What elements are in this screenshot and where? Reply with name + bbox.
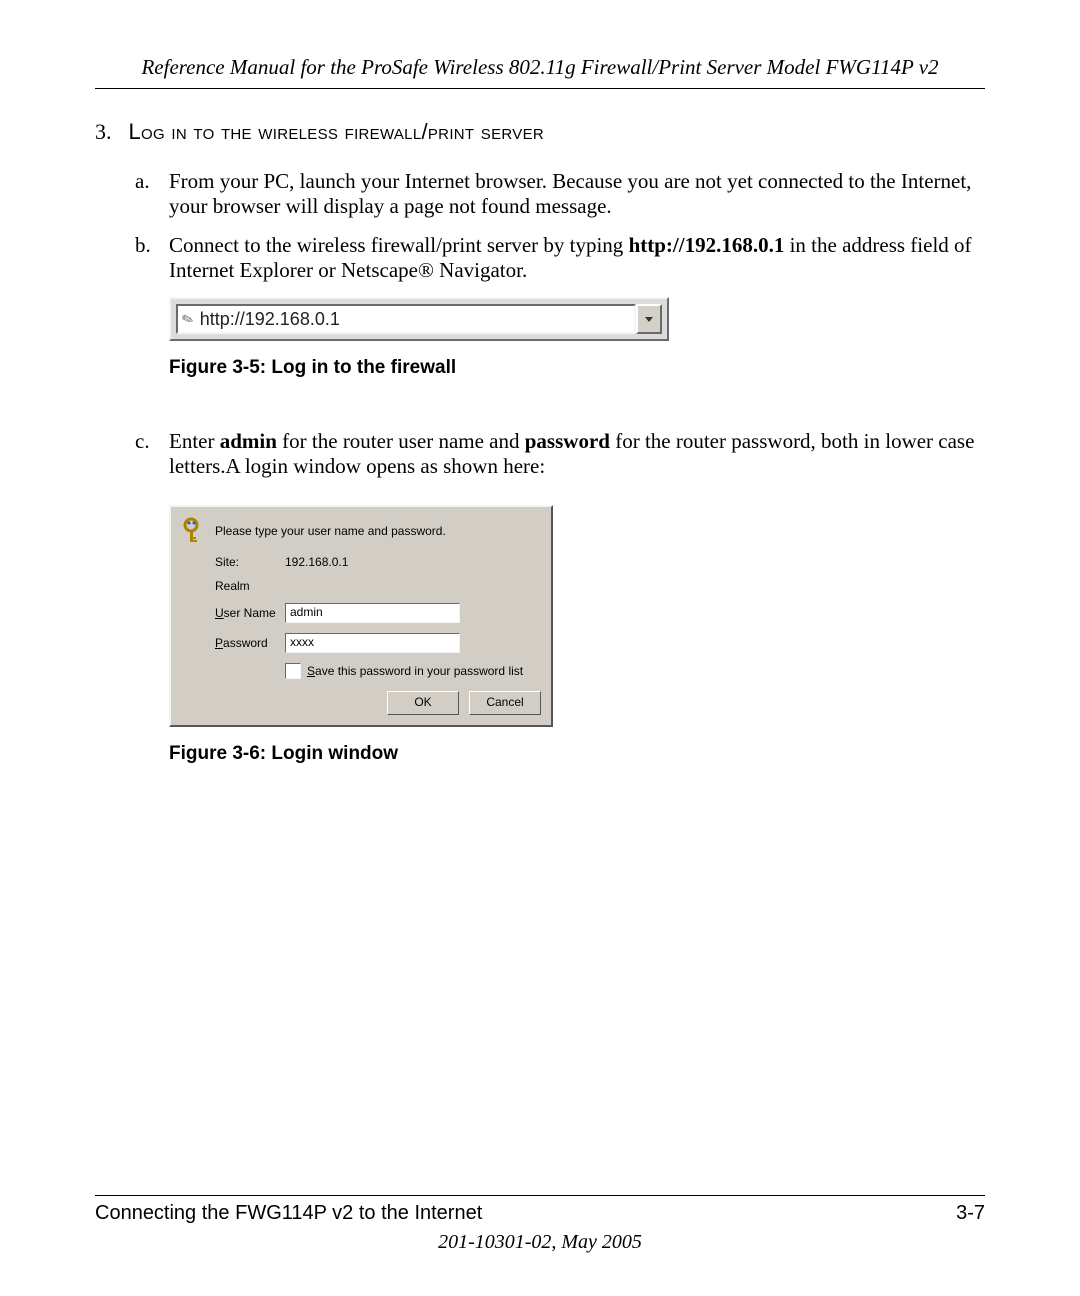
header-rule xyxy=(95,88,985,89)
password-input[interactable]: xxxx xyxy=(285,633,460,653)
footer-docnum: 201-10301-02, May 2005 xyxy=(95,1231,985,1254)
address-dropdown-button[interactable] xyxy=(636,304,662,334)
sub-item-letter: c. xyxy=(135,429,169,454)
save-password-label: Save this password in your password list xyxy=(307,664,523,678)
sub-item-letter: a. xyxy=(135,169,169,194)
username-input[interactable]: admin xyxy=(285,603,460,623)
text-fragment: for the router user name and xyxy=(277,429,525,453)
step-heading: 3. Log in to the wireless firewall/print… xyxy=(95,119,985,145)
footer-chapter: Connecting the FWG114P v2 to the Interne… xyxy=(95,1202,482,1225)
sub-item-letter: b. xyxy=(135,233,169,258)
page-number: 3-7 xyxy=(956,1202,985,1225)
step-number: 3. xyxy=(95,119,123,145)
address-bar-chrome: ✎ http://192.168.0.1 xyxy=(169,297,669,341)
sub-item-b: b. Connect to the wireless firewall/prin… xyxy=(135,233,985,283)
page-icon: ✎ xyxy=(179,309,196,329)
site-value: 192.168.0.1 xyxy=(285,555,541,569)
text-fragment: Enter xyxy=(169,429,220,453)
step-title: Log in to the wireless firewall/print se… xyxy=(129,119,545,144)
sub-item-body: Connect to the wireless firewall/print s… xyxy=(169,233,985,283)
sub-item-body: Enter admin for the router user name and… xyxy=(169,429,985,479)
chevron-down-icon xyxy=(643,313,655,325)
login-prompt: Please type your user name and password. xyxy=(215,524,446,538)
running-header: Reference Manual for the ProSafe Wireles… xyxy=(95,55,985,80)
admin-bold: admin xyxy=(220,429,277,453)
footer-rule xyxy=(95,1195,985,1196)
realm-label: Realm xyxy=(215,579,285,593)
text-fragment: Connect to the wireless firewall/print s… xyxy=(169,233,629,257)
sub-item-body: From your PC, launch your Internet brows… xyxy=(169,169,985,219)
page-footer: Connecting the FWG114P v2 to the Interne… xyxy=(95,1195,985,1254)
figure-caption-2: Figure 3-6: Login window xyxy=(169,743,985,765)
figure-caption-1: Figure 3-5: Log in to the firewall xyxy=(169,357,985,379)
sub-item-a: a. From your PC, launch your Internet br… xyxy=(135,169,985,219)
key-icon xyxy=(181,517,207,545)
site-label: Site: xyxy=(215,555,285,569)
address-field[interactable]: ✎ http://192.168.0.1 xyxy=(176,304,636,334)
username-label: User Name xyxy=(215,606,285,620)
password-label: Password xyxy=(215,636,285,650)
manual-page: Reference Manual for the ProSafe Wireles… xyxy=(0,0,1080,1296)
save-password-checkbox[interactable] xyxy=(285,663,301,679)
sub-item-c: c. Enter admin for the router user name … xyxy=(135,429,985,479)
cancel-button[interactable]: Cancel xyxy=(469,691,541,715)
login-dialog: Please type your user name and password.… xyxy=(169,505,553,727)
ok-button[interactable]: OK xyxy=(387,691,459,715)
password-bold: password xyxy=(525,429,610,453)
url-bold: http://192.168.0.1 xyxy=(629,233,785,257)
address-url: http://192.168.0.1 xyxy=(200,309,340,330)
address-bar-figure: ✎ http://192.168.0.1 xyxy=(169,297,669,341)
